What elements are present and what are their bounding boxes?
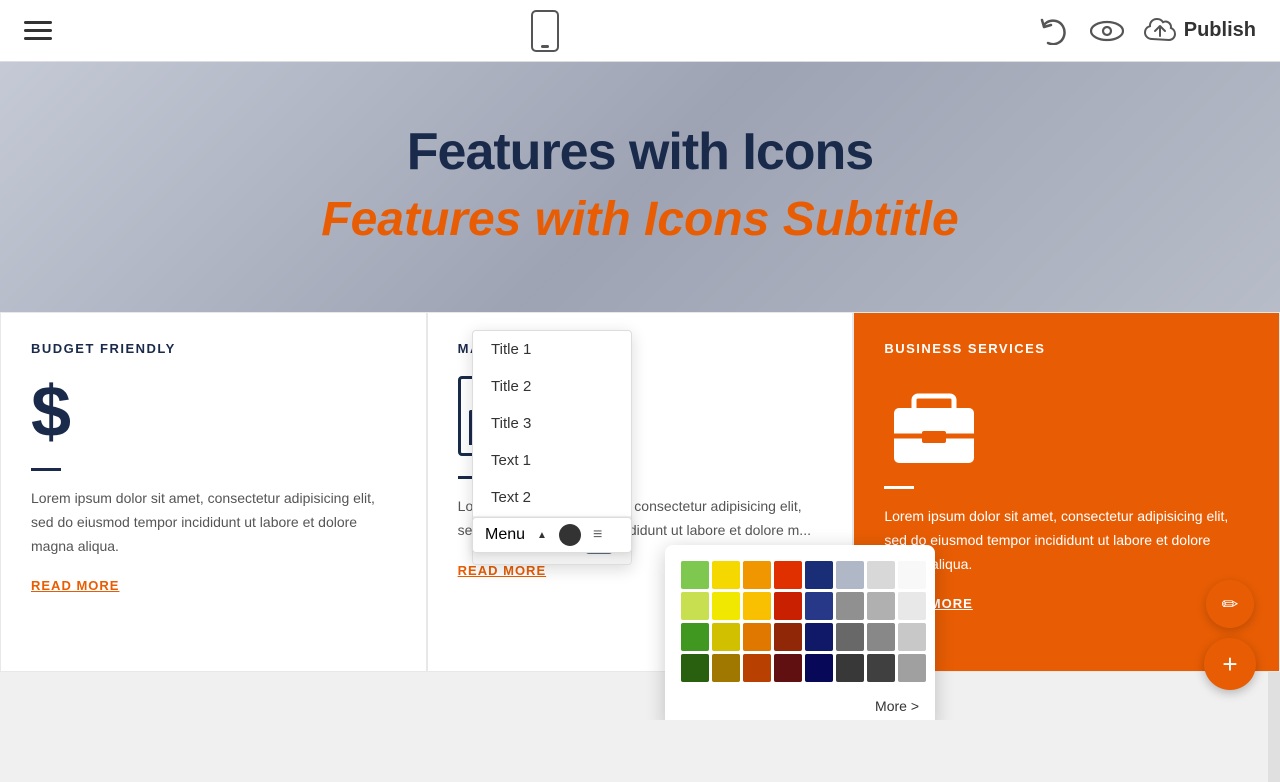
cards-section: BUDGET FRIENDLY $ Lorem ipsum dolor sit … xyxy=(0,312,1280,672)
card-3-label: BUSINESS SERVICES xyxy=(884,341,1249,356)
hamburger-icon[interactable] xyxy=(24,21,52,40)
color-swatch-6[interactable] xyxy=(867,561,895,589)
color-swatch-4[interactable] xyxy=(805,561,833,589)
dropdown-item-title3-label: Title 3 xyxy=(491,415,531,432)
color-swatch-17[interactable] xyxy=(712,623,740,651)
color-swatch-31[interactable] xyxy=(898,654,926,682)
color-swatch-30[interactable] xyxy=(867,654,895,682)
color-picker: More > xyxy=(665,545,935,720)
card-1-text: Lorem ipsum dolor sit amet, consectetur … xyxy=(31,487,396,558)
color-swatch-25[interactable] xyxy=(712,654,740,682)
dropdown-item-title2[interactable]: Title 2 xyxy=(473,368,631,405)
color-swatch-10[interactable] xyxy=(743,592,771,620)
card-1-divider xyxy=(31,468,61,471)
color-swatch-0[interactable] xyxy=(681,561,709,589)
hero-content: Features with Icons Features with Icons … xyxy=(20,122,1260,247)
menu-bar: Menu ▲ ≡ xyxy=(472,517,632,553)
color-swatch-2[interactable] xyxy=(743,561,771,589)
dropdown-item-text1[interactable]: Text 1 xyxy=(473,442,631,479)
color-swatch-13[interactable] xyxy=(836,592,864,620)
briefcase-icon xyxy=(884,376,984,466)
hero-subtitle: Features with Icons Subtitle xyxy=(20,192,1260,247)
hero-title: Features with Icons xyxy=(20,122,1260,182)
preview-icon[interactable] xyxy=(1090,20,1124,42)
color-swatch-18[interactable] xyxy=(743,623,771,651)
card-budget-friendly: BUDGET FRIENDLY $ Lorem ipsum dolor sit … xyxy=(0,312,427,672)
undo-icon[interactable] xyxy=(1038,17,1070,45)
chevron-up-icon: ▲ xyxy=(537,530,547,541)
color-swatch-21[interactable] xyxy=(836,623,864,651)
color-swatch-1[interactable] xyxy=(712,561,740,589)
color-swatch-24[interactable] xyxy=(681,654,709,682)
color-swatch-20[interactable] xyxy=(805,623,833,651)
card-3-divider xyxy=(884,486,914,489)
color-swatch-26[interactable] xyxy=(743,654,771,682)
color-swatch-12[interactable] xyxy=(805,592,833,620)
publish-label: Publish xyxy=(1184,19,1256,42)
fab-container: ✏ + xyxy=(1204,580,1256,690)
toolbar-left xyxy=(24,21,52,40)
cloud-upload-icon xyxy=(1144,17,1176,45)
color-swatch-9[interactable] xyxy=(712,592,740,620)
card-1-link[interactable]: READ MORE xyxy=(31,578,396,593)
menu-color-swatch[interactable] xyxy=(559,524,581,546)
card-3-link[interactable]: READ MORE xyxy=(884,596,1249,611)
color-swatch-8[interactable] xyxy=(681,592,709,620)
color-swatch-3[interactable] xyxy=(774,561,802,589)
color-swatch-11[interactable] xyxy=(774,592,802,620)
dropdown-item-title1-label: Title 1 xyxy=(491,341,531,358)
dropdown-item-text2-label: Text 2 xyxy=(491,489,531,506)
phone-icon xyxy=(529,10,561,52)
color-swatch-27[interactable] xyxy=(774,654,802,682)
color-swatch-5[interactable] xyxy=(836,561,864,589)
card-3-text: Lorem ipsum dolor sit amet, consectetur … xyxy=(884,505,1249,576)
fab-edit-button[interactable]: ✏ xyxy=(1206,580,1254,628)
dropdown-item-text2[interactable]: Text 2 xyxy=(473,479,631,516)
card-1-label: BUDGET FRIENDLY xyxy=(31,341,396,356)
menu-bar-label: Menu xyxy=(485,526,525,544)
dropdown-item-title3[interactable]: Title 3 xyxy=(473,405,631,442)
publish-button[interactable]: Publish xyxy=(1144,17,1256,45)
color-swatch-16[interactable] xyxy=(681,623,709,651)
color-swatch-19[interactable] xyxy=(774,623,802,651)
color-swatch-28[interactable] xyxy=(805,654,833,682)
color-swatch-23[interactable] xyxy=(898,623,926,651)
more-colors-button[interactable]: More > xyxy=(681,694,919,718)
color-swatch-15[interactable] xyxy=(898,592,926,620)
dropdown-item-title2-label: Title 2 xyxy=(491,378,531,395)
toolbar-center xyxy=(529,10,561,52)
color-swatch-7[interactable] xyxy=(898,561,926,589)
menu-lines-icon[interactable]: ≡ xyxy=(593,526,602,544)
dollar-icon: $ xyxy=(31,376,396,448)
color-swatch-22[interactable] xyxy=(867,623,895,651)
toolbar-right: Publish xyxy=(1038,17,1256,45)
fab-add-button[interactable]: + xyxy=(1204,638,1256,690)
hero-section: Features with Icons Features with Icons … xyxy=(0,62,1280,312)
main-content: Features with Icons Features with Icons … xyxy=(0,62,1280,720)
dropdown-item-text1-label: Text 1 xyxy=(491,452,531,469)
dropdown-item-title1[interactable]: Title 1 xyxy=(473,331,631,368)
color-swatch-29[interactable] xyxy=(836,654,864,682)
color-grid xyxy=(681,561,919,682)
toolbar: Publish xyxy=(0,0,1280,62)
color-swatch-14[interactable] xyxy=(867,592,895,620)
